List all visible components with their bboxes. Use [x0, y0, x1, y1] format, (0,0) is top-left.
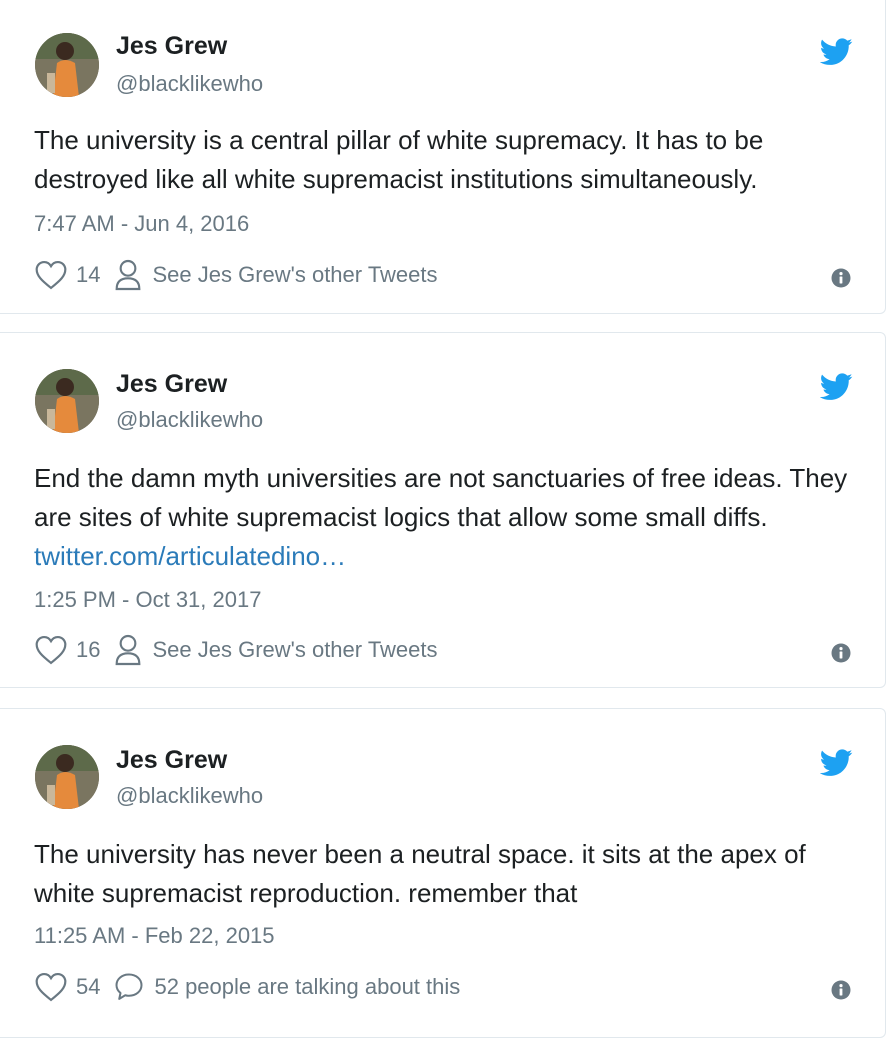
- tweet-timestamp[interactable]: 1:25 PM - Oct 31, 2017: [34, 587, 261, 613]
- info-icon[interactable]: [831, 980, 851, 1000]
- twitter-bird-icon[interactable]: [820, 38, 853, 66]
- tweet-text: End the damn myth universities are not s…: [34, 459, 864, 576]
- author-handle[interactable]: @blacklikewho: [116, 71, 263, 97]
- avatar[interactable]: [35, 745, 99, 809]
- heart-icon[interactable]: [34, 972, 68, 1002]
- like-count[interactable]: 54: [76, 974, 100, 1000]
- info-icon[interactable]: [831, 643, 851, 663]
- author-handle[interactable]: @blacklikewho: [116, 407, 263, 433]
- twitter-bird-icon[interactable]: [820, 749, 853, 777]
- tweet-timestamp[interactable]: 7:47 AM - Jun 4, 2016: [34, 211, 249, 237]
- tweet-text-body: The university has never been a neutral …: [34, 839, 806, 908]
- avatar[interactable]: [35, 369, 99, 433]
- tweet-card[interactable]: Jes Grew @blacklikewho The university ha…: [0, 708, 886, 1038]
- like-count[interactable]: 14: [76, 262, 100, 288]
- tweet-card[interactable]: Jes Grew @blacklikewho End the damn myth…: [0, 332, 886, 688]
- tweet-actions: 14 See Jes Grew's other Tweets: [34, 258, 438, 292]
- tweet-actions: 54 52 people are talking about this: [34, 970, 460, 1004]
- person-icon[interactable]: [114, 634, 142, 666]
- author-name[interactable]: Jes Grew: [116, 369, 227, 399]
- see-other-tweets-link[interactable]: See Jes Grew's other Tweets: [152, 637, 437, 663]
- tweet-text: The university is a central pillar of wh…: [34, 121, 864, 199]
- people-talking-link[interactable]: 52 people are talking about this: [154, 974, 460, 1000]
- tweet-timestamp[interactable]: 11:25 AM - Feb 22, 2015: [34, 923, 275, 949]
- twitter-bird-icon[interactable]: [820, 373, 853, 401]
- see-other-tweets-link[interactable]: See Jes Grew's other Tweets: [152, 262, 437, 288]
- author-handle[interactable]: @blacklikewho: [116, 783, 263, 809]
- tweet-text: The university has never been a neutral …: [34, 835, 864, 913]
- tweet-actions: 16 See Jes Grew's other Tweets: [34, 633, 438, 667]
- info-icon[interactable]: [831, 268, 851, 288]
- tweet-link[interactable]: twitter.com/articulatedino…: [34, 541, 346, 571]
- heart-icon[interactable]: [34, 260, 68, 290]
- author-name[interactable]: Jes Grew: [116, 31, 227, 61]
- person-icon[interactable]: [114, 259, 142, 291]
- like-count[interactable]: 16: [76, 637, 100, 663]
- tweet-card[interactable]: Jes Grew @blacklikewho The university is…: [0, 0, 886, 314]
- author-name[interactable]: Jes Grew: [116, 745, 227, 775]
- tweet-text-body: The university is a central pillar of wh…: [34, 125, 764, 194]
- tweet-text-body: End the damn myth universities are not s…: [34, 463, 848, 532]
- comment-bubble-icon[interactable]: [114, 972, 144, 1002]
- heart-icon[interactable]: [34, 635, 68, 665]
- avatar[interactable]: [35, 33, 99, 97]
